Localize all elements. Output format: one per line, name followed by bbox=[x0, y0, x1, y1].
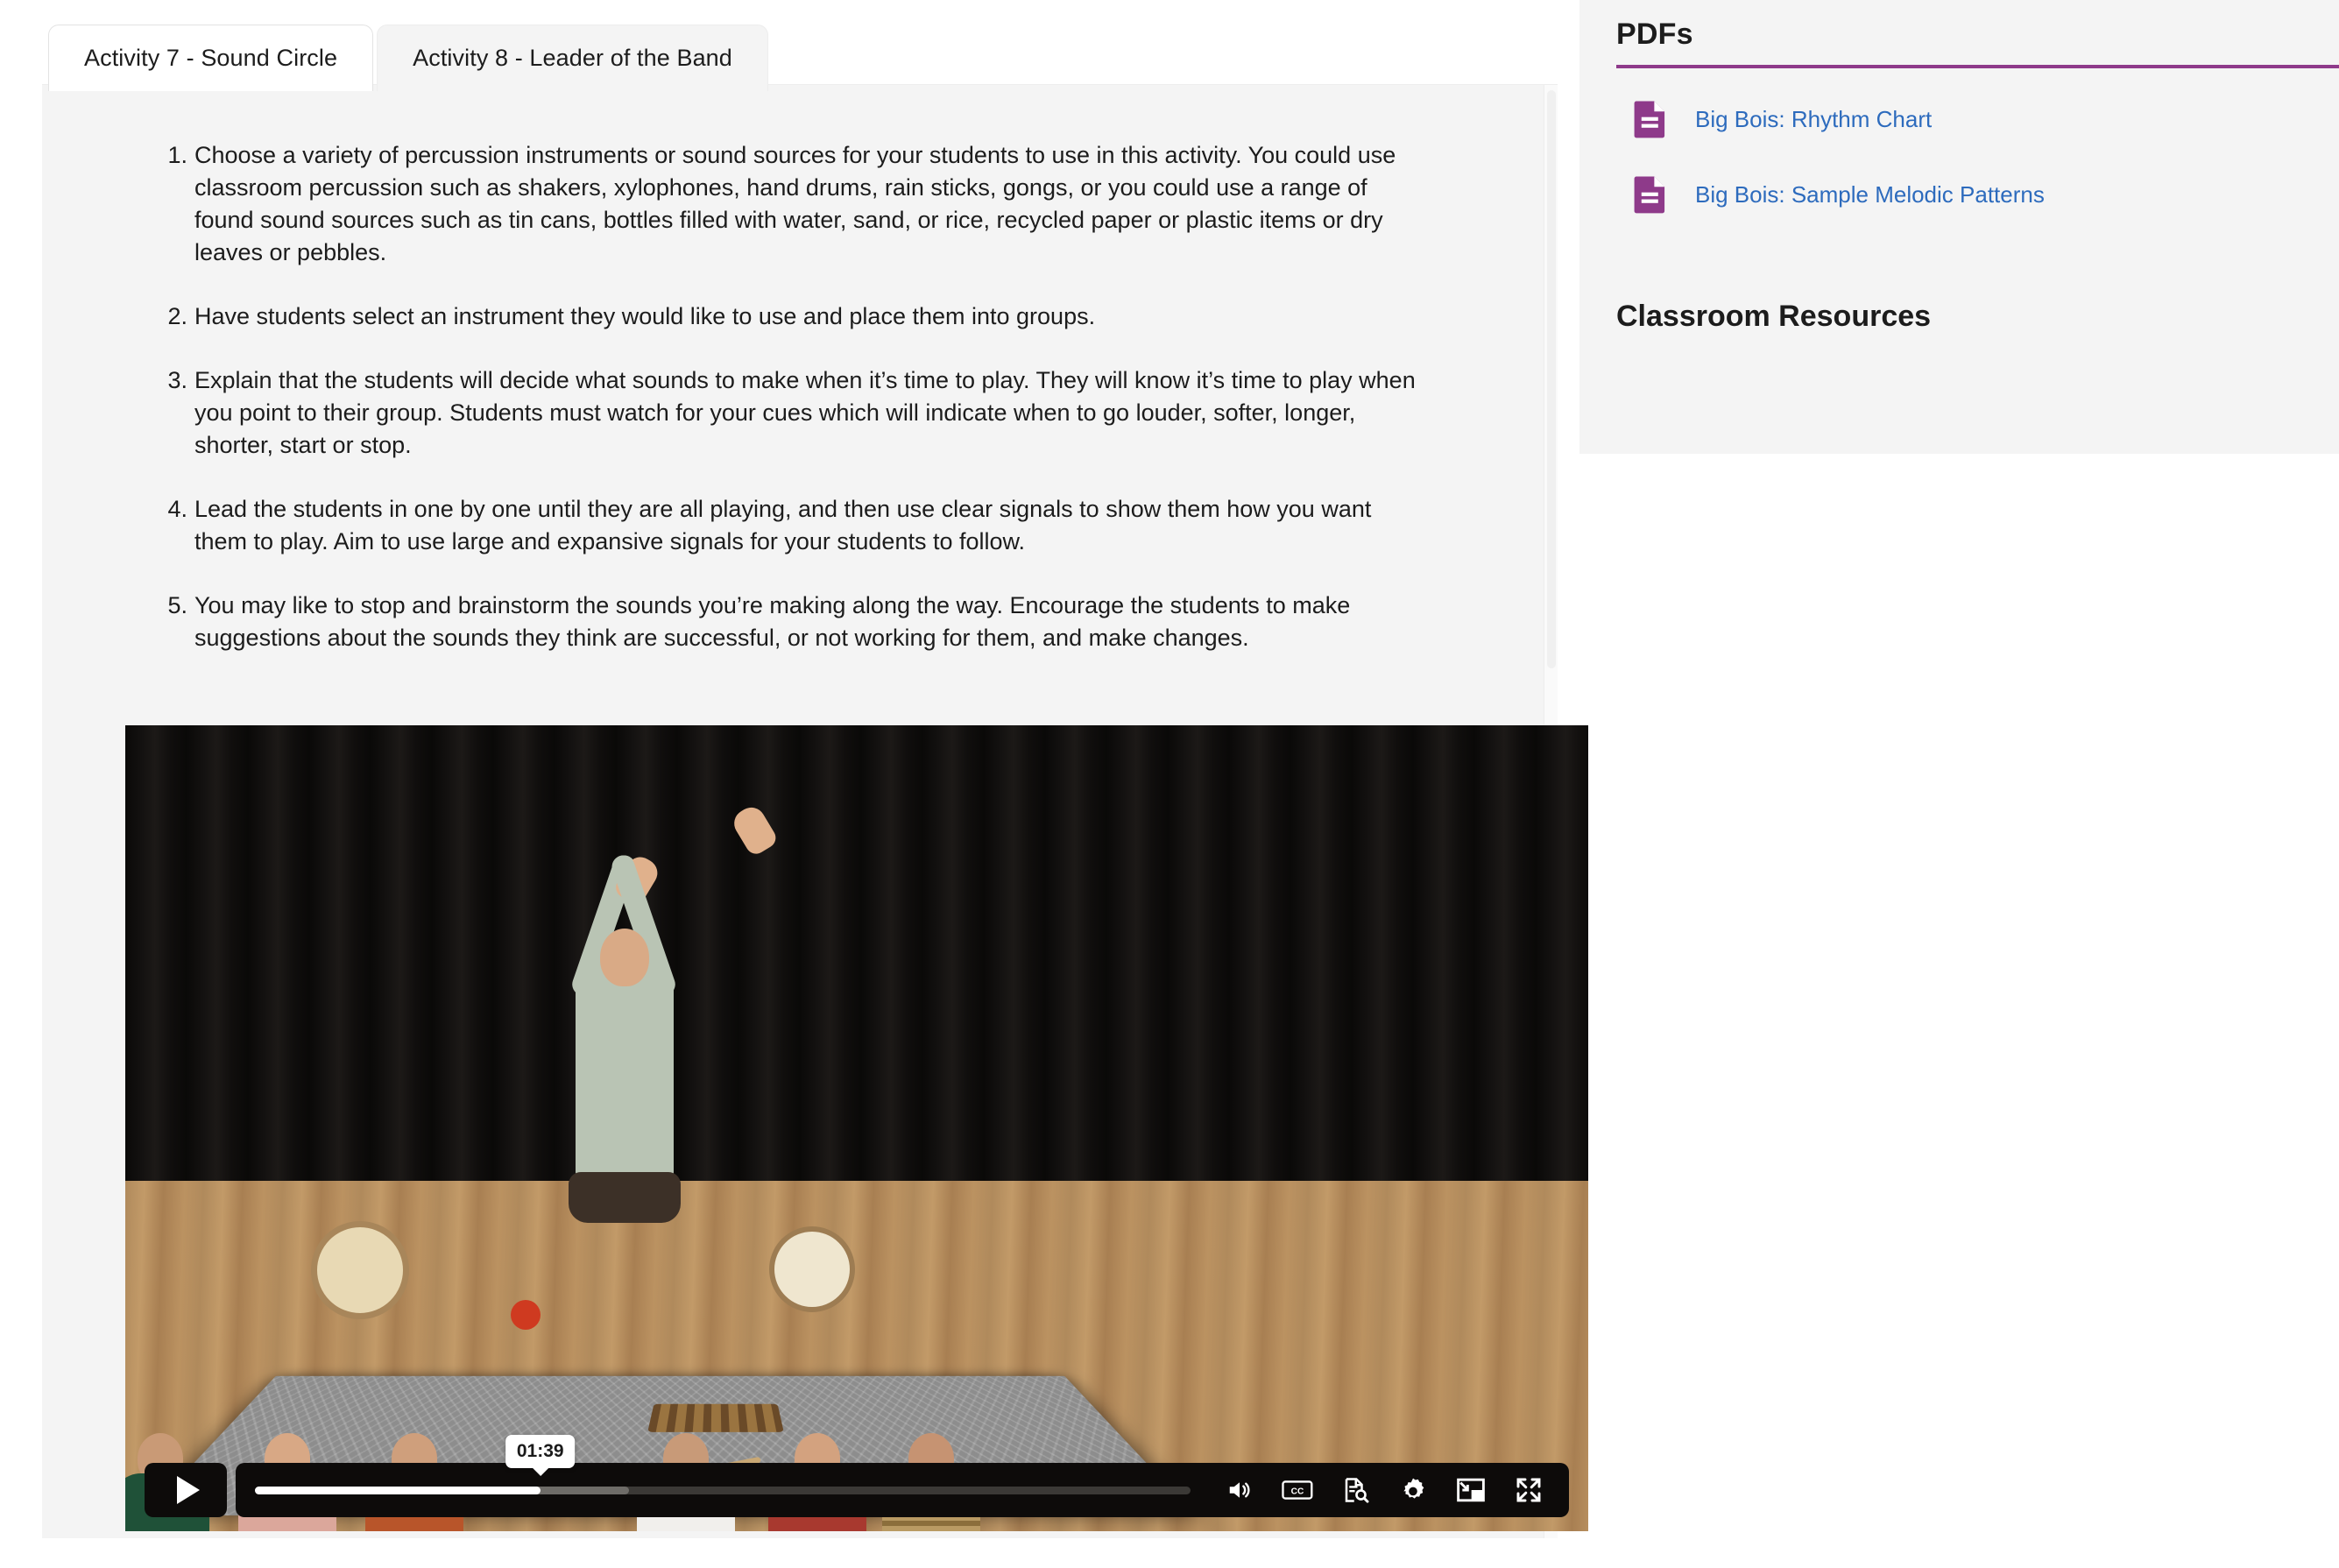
classroom-resources-heading: Classroom Resources bbox=[1616, 300, 1932, 333]
closed-captions-button[interactable]: CC bbox=[1280, 1473, 1315, 1508]
settings-gear-icon bbox=[1398, 1475, 1428, 1505]
step-number: 1. bbox=[167, 142, 187, 168]
step-number: 5. bbox=[167, 592, 187, 618]
list-item: 1. Choose a variety of percussion instru… bbox=[165, 139, 1426, 269]
leader-torso bbox=[576, 967, 674, 1186]
egg-shaker-instrument bbox=[511, 1300, 541, 1330]
transcript-button[interactable] bbox=[1338, 1473, 1373, 1508]
svg-text:CC: CC bbox=[1291, 1487, 1304, 1497]
pdf-link-label: Big Bois: Sample Melodic Patterns bbox=[1695, 181, 2045, 208]
list-item[interactable]: Big Bois: Rhythm Chart bbox=[1616, 93, 2339, 145]
video-time-tooltip: 01:39 bbox=[505, 1434, 576, 1468]
resources-sidebar: PDFs Big Bois: Rhythm Chart Big Bois: Sa… bbox=[1579, 0, 2339, 454]
list-item: 5. You may like to stop and brainstorm t… bbox=[165, 590, 1426, 654]
settings-button[interactable] bbox=[1396, 1473, 1431, 1508]
lesson-column: Activity 7 - Sound Circle Activity 8 - L… bbox=[42, 0, 1588, 1568]
tab-activity-8-label: Activity 8 - Leader of the Band bbox=[413, 45, 732, 71]
pdf-link-list: Big Bois: Rhythm Chart Big Bois: Sample … bbox=[1616, 93, 2339, 244]
list-item: 3. Explain that the students will decide… bbox=[165, 364, 1426, 462]
leader-legs bbox=[569, 1172, 681, 1223]
video-control-icon-group: CC bbox=[1210, 1463, 1569, 1517]
tambourine-instrument bbox=[769, 1226, 855, 1312]
step-number: 2. bbox=[167, 303, 187, 329]
step-text: Lead the students in one by one until th… bbox=[194, 496, 1372, 554]
tab-activity-8[interactable]: Activity 8 - Leader of the Band bbox=[377, 25, 768, 91]
step-text: Choose a variety of percussion instrumen… bbox=[194, 142, 1396, 265]
list-item: 2. Have students select an instrument th… bbox=[165, 300, 1426, 333]
pdfs-heading: PDFs bbox=[1616, 18, 1693, 51]
video-played-range bbox=[255, 1486, 541, 1494]
pdfs-heading-rule bbox=[1616, 65, 2339, 68]
list-item[interactable]: Big Bois: Sample Melodic Patterns bbox=[1616, 168, 2339, 221]
video-band-leader bbox=[537, 802, 780, 1223]
tab-activity-7[interactable]: Activity 7 - Sound Circle bbox=[48, 25, 374, 91]
page-root: Activity 7 - Sound Circle Activity 8 - L… bbox=[0, 0, 2339, 1568]
leader-head bbox=[600, 929, 649, 986]
closed-captions-icon: CC bbox=[1282, 1478, 1313, 1502]
video-curtain-backdrop bbox=[125, 725, 1588, 1198]
step-number: 4. bbox=[167, 496, 187, 522]
pdf-document-icon bbox=[1634, 100, 1667, 138]
transcript-icon bbox=[1341, 1477, 1369, 1503]
content-scrollbar-thumb[interactable] bbox=[1547, 90, 1556, 668]
step-number: 3. bbox=[167, 367, 187, 393]
step-text: Explain that the students will decide wh… bbox=[194, 367, 1416, 458]
picture-in-picture-button[interactable] bbox=[1453, 1473, 1488, 1508]
tab-activity-7-label: Activity 7 - Sound Circle bbox=[84, 45, 338, 71]
play-icon bbox=[177, 1476, 200, 1504]
volume-button[interactable] bbox=[1222, 1473, 1257, 1508]
video-scrubber[interactable]: 01:39 bbox=[255, 1434, 1191, 1494]
fullscreen-button[interactable] bbox=[1511, 1473, 1546, 1508]
activity-tabstrip: Activity 7 - Sound Circle Activity 8 - L… bbox=[42, 25, 1558, 91]
instruction-step-list: 1. Choose a variety of percussion instru… bbox=[165, 139, 1426, 686]
video-progress-container[interactable]: 01:39 CC bbox=[236, 1434, 1569, 1517]
xylophone-instrument bbox=[647, 1403, 784, 1432]
frame-drum-instrument bbox=[311, 1221, 409, 1319]
pdf-document-icon bbox=[1634, 175, 1667, 214]
pdf-link-label: Big Bois: Rhythm Chart bbox=[1695, 106, 1933, 132]
lesson-video-player[interactable]: 01:39 CC bbox=[125, 725, 1588, 1531]
picture-in-picture-icon bbox=[1456, 1477, 1486, 1503]
play-button[interactable] bbox=[145, 1463, 227, 1517]
step-text: You may like to stop and brainstorm the … bbox=[194, 592, 1351, 651]
list-item: 4. Lead the students in one by one until… bbox=[165, 493, 1426, 558]
fullscreen-icon bbox=[1515, 1476, 1543, 1504]
video-controls-bar: 01:39 CC bbox=[145, 1434, 1569, 1517]
volume-icon bbox=[1225, 1477, 1254, 1503]
step-text: Have students select an instrument they … bbox=[194, 303, 1096, 329]
